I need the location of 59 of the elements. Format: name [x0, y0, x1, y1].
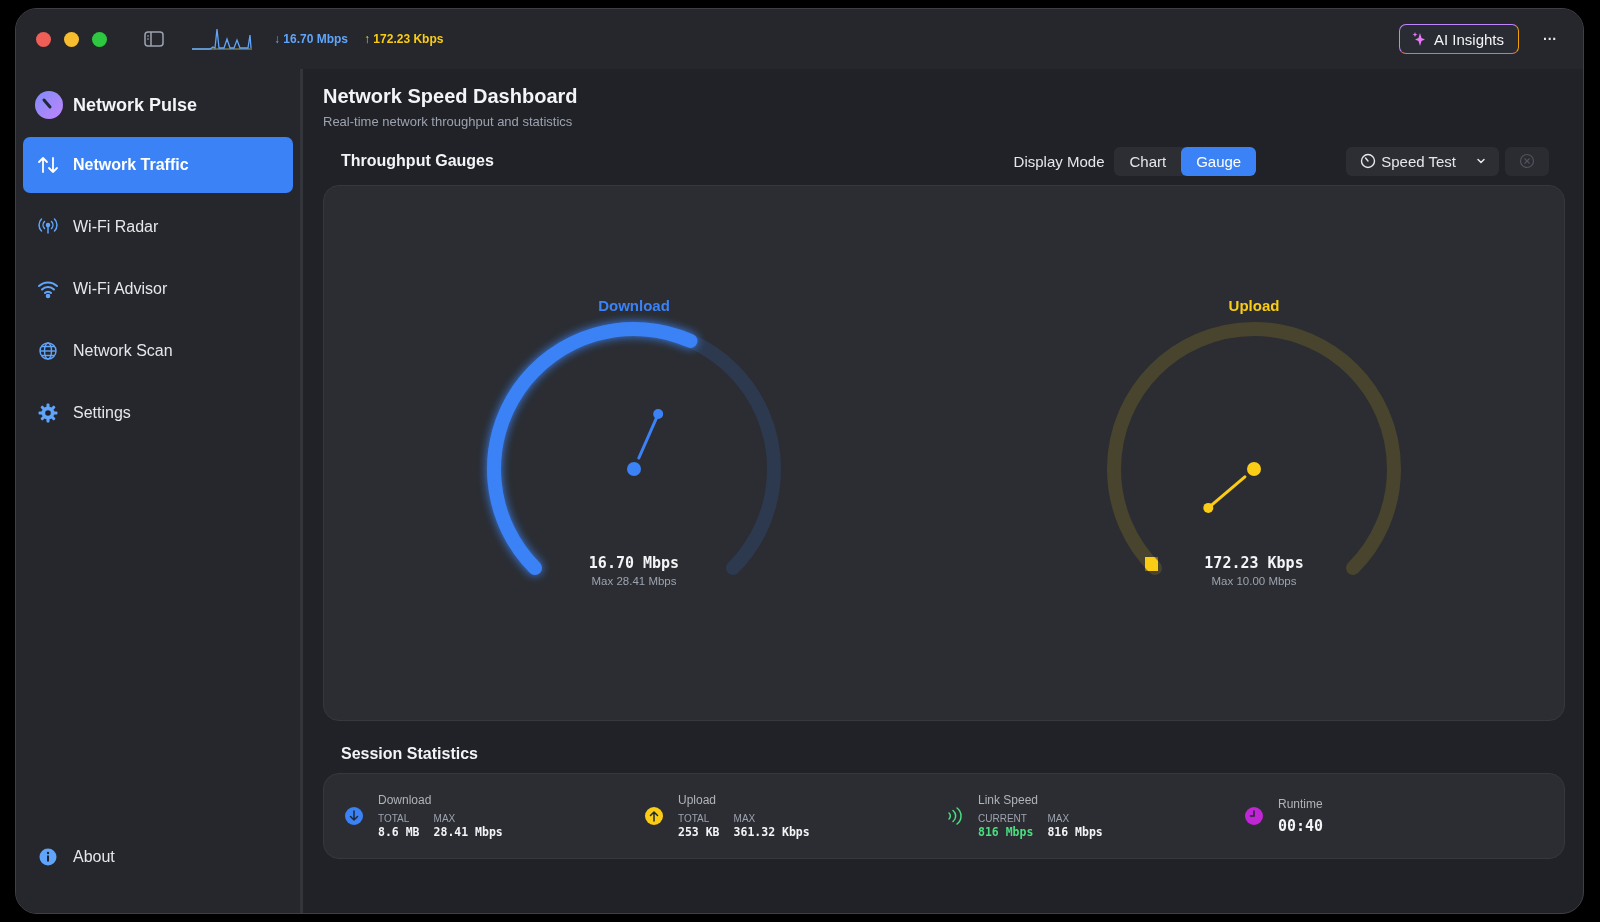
section-title: Session Statistics	[341, 745, 479, 763]
sparkle-icon	[1411, 31, 1426, 47]
sidebar-toggle-icon[interactable]	[144, 31, 164, 47]
sidebar-item[interactable]: About	[23, 829, 293, 885]
wifi-icon	[37, 278, 59, 300]
gauge-fill	[1140, 552, 1162, 575]
stat-value: 816 Mbps	[1047, 825, 1103, 839]
upload-rate: ↑ 172.23 Kbps	[364, 32, 444, 46]
gauge-icon	[1360, 153, 1377, 169]
stat-caption: TOTAL	[378, 813, 411, 824]
gauge-value: 172.23 Kbps	[1204, 554, 1304, 572]
page-subtitle: Real-time network throughput and statistics	[323, 114, 574, 129]
stat-caption: TOTAL	[678, 813, 711, 824]
gauge-label: Download	[598, 297, 670, 314]
section-title: Throughput Gauges	[341, 152, 494, 170]
stat-value: 8.6 MB	[378, 825, 420, 839]
stat-value: 816 Mbps	[978, 825, 1034, 839]
stat-caption: MAX	[1047, 813, 1071, 824]
minimize-button[interactable]	[64, 31, 79, 47]
gauge-needle	[1203, 462, 1261, 513]
more-button[interactable]: ···	[1537, 31, 1563, 47]
app-name: Network Pulse	[73, 94, 198, 116]
sidebar-item[interactable]: Settings	[23, 385, 293, 441]
stat-caption: CURRENT	[978, 813, 1028, 824]
gauge-max: Max 28.41 Mbps	[591, 575, 677, 587]
segment-button[interactable]: Gauge	[1181, 146, 1257, 176]
page-title: Network Speed Dashboard	[323, 85, 579, 108]
gauge-value: 16.70 Mbps	[588, 554, 680, 572]
gear-icon	[37, 402, 59, 424]
gauge-label: Upload	[1228, 297, 1280, 314]
close-button[interactable]	[36, 31, 51, 47]
stat-label: Runtime	[1278, 797, 1324, 811]
stat-value: 253 KB	[678, 825, 720, 839]
gauge-needle	[627, 409, 664, 476]
stat-value: 361.32 Kbps	[733, 825, 810, 839]
stat-value: 00:40	[1278, 817, 1324, 835]
display-mode-label: Display Mode	[1013, 152, 1105, 170]
globe-icon	[37, 340, 59, 362]
stat-caption: MAX	[733, 813, 757, 824]
close-circle-icon	[1519, 153, 1535, 169]
sidebar-item[interactable]: Network Scan	[23, 323, 293, 379]
sidebar-item[interactable]: Network Traffic	[23, 137, 293, 193]
segment-button[interactable]: Chart	[1114, 146, 1182, 176]
stat-caption: MAX	[433, 813, 457, 824]
arrows-icon	[37, 154, 59, 176]
gauge-max: Max 10.00 Mbps	[1211, 575, 1297, 587]
stat-label: Link Speed	[978, 793, 1040, 807]
info-icon	[37, 846, 59, 868]
ai-insights-button[interactable]: AI Insights	[1398, 24, 1519, 54]
stat-label: Upload	[678, 793, 718, 807]
sidebar-item[interactable]: Wi-Fi Radar	[23, 199, 293, 255]
download-rate: ↓ 16.70 Mbps	[274, 32, 349, 46]
app-logo-icon	[35, 91, 63, 119]
stat-label: Download	[378, 793, 433, 807]
sidebar-item[interactable]: Wi-Fi Advisor	[23, 261, 293, 317]
speed-test-button[interactable]: Speed Test	[1346, 146, 1499, 176]
zoom-button[interactable]	[92, 31, 107, 47]
sparkline-drawing	[192, 27, 252, 51]
stat-value: 28.41 Mbps	[433, 825, 503, 839]
